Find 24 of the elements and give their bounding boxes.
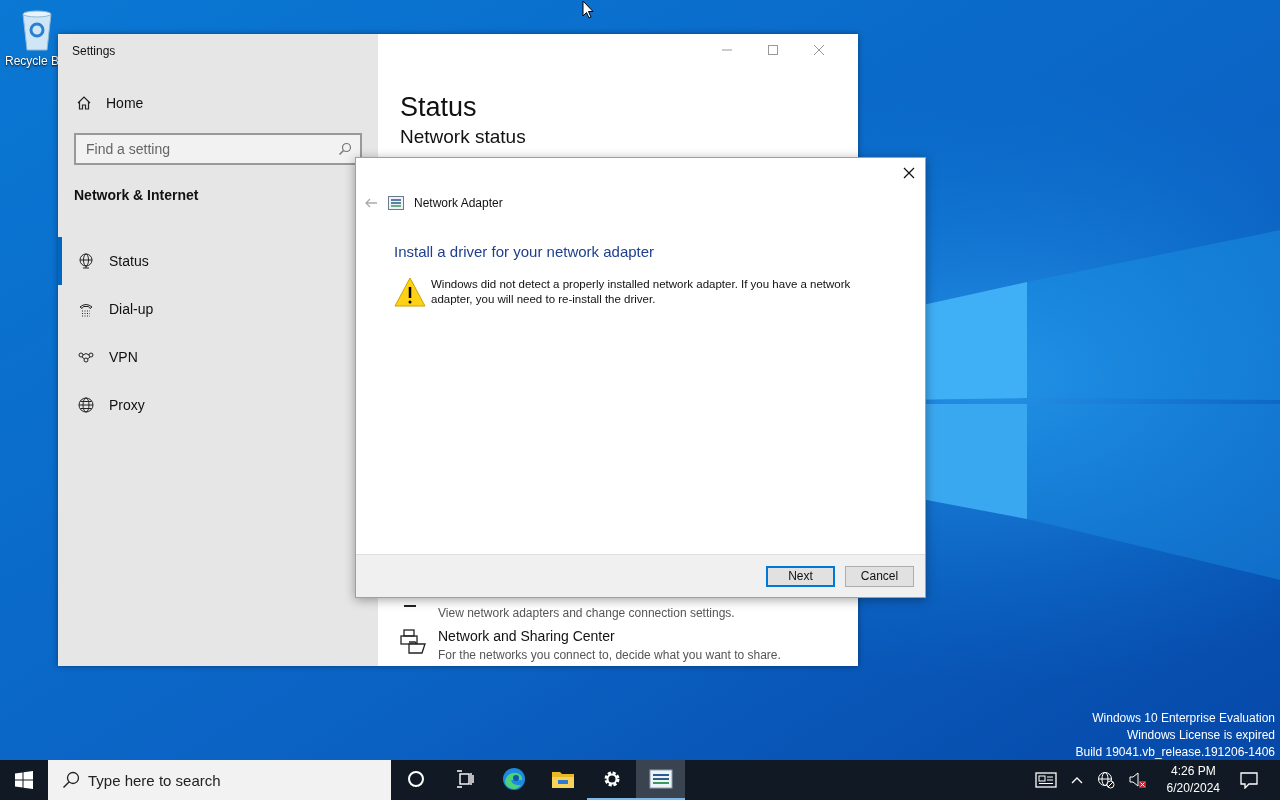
watermark-text: Windows License is expired: [1126, 727, 1275, 744]
link-description: For the networks you connect to, decide what you want to share.: [438, 648, 781, 662]
page-title: Status: [400, 92, 478, 122]
dialog-heading: Install a driver for your network adapter: [394, 243, 656, 260]
section-heading: Network & Internet: [74, 187, 200, 203]
window-title: Settings: [72, 44, 117, 58]
nav-item[interactable]: Proxy: [58, 381, 238, 429]
nav-item[interactable]: VPN: [58, 333, 238, 381]
watermark-text: Build 19041.vb_release.191206-1406: [1075, 744, 1275, 761]
home-link[interactable]: Home: [74, 95, 146, 111]
link-description: View network adapters and change connection settings.: [438, 606, 735, 620]
watermark-text: Windows 10 Enterprise Evaluation: [1092, 710, 1275, 727]
nav-item[interactable]: Status: [58, 237, 238, 285]
clock[interactable]: 4:26 PM 6/20/2024: [1160, 763, 1226, 797]
dialog-button[interactable]: Next: [766, 565, 835, 587]
section-heading: Network status: [400, 126, 527, 148]
dialog-title: Network Adapter: [414, 196, 503, 210]
nav-item[interactable]: Dial-up: [58, 285, 238, 333]
search-field[interactable]: Find a setting: [74, 133, 362, 165]
taskbar-search-field[interactable]: Type here to search: [48, 760, 391, 800]
dialog-message: Windows did not detect a properly installed network adapter. If you have a network adapter, you will need to re-install the driver.: [431, 277, 852, 307]
dialog-button[interactable]: Cancel: [845, 565, 914, 587]
link-title[interactable]: Network and Sharing Center: [438, 628, 781, 644]
desktop-icon-label[interactable]: Recycle B: [5, 54, 59, 68]
